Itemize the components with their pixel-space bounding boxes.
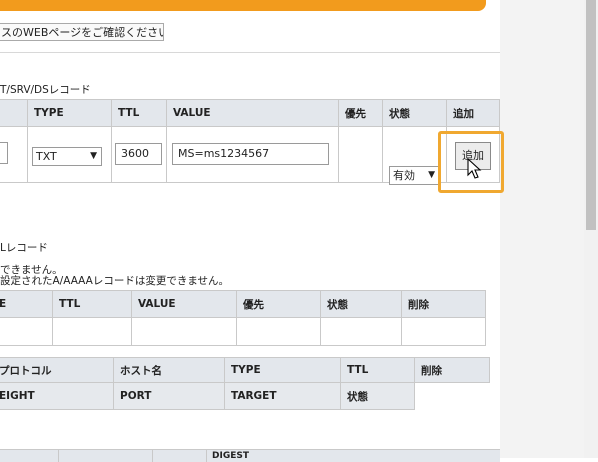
col-header-blank bbox=[0, 99, 28, 127]
col-header-status: 状態 bbox=[320, 290, 402, 318]
col-header-hostname: ホスト名 bbox=[113, 357, 225, 383]
col-header-priority: 優先 bbox=[236, 290, 321, 318]
ttl-input[interactable]: 3600 bbox=[115, 143, 162, 165]
col-header-status: 状態 bbox=[340, 382, 415, 410]
col-header-digest: DIGEST bbox=[212, 451, 249, 461]
col-header-type: TYPE bbox=[27, 99, 112, 127]
srv-record-table: プロトコル ホスト名 TYPE TTL 削除 EIGHT PORT TARGET… bbox=[0, 357, 490, 410]
type-select-value: TXT bbox=[36, 150, 57, 163]
note-line-2: 設定されたA/AAAAレコードは変更できません。 bbox=[0, 275, 230, 287]
col-header-ttl: TTL bbox=[52, 290, 132, 318]
col-header-type: E bbox=[0, 290, 53, 318]
table-header-row: TYPE TTL VALUE 優先 状態 追加 bbox=[0, 99, 500, 127]
scrollbar-thumb[interactable] bbox=[586, 0, 596, 230]
host-input[interactable] bbox=[0, 142, 8, 164]
col-header-delete: 削除 bbox=[401, 290, 486, 318]
value-input[interactable]: MS=ms1234567 bbox=[172, 143, 329, 165]
col-header-protocol: プロトコル bbox=[0, 357, 114, 383]
status-select-value: 有効 bbox=[393, 169, 415, 182]
col-header-target: TARGET bbox=[224, 382, 341, 410]
top-accent-bar bbox=[0, 0, 486, 11]
record-list-table: E TTL VALUE 優先 状態 削除 bbox=[0, 290, 486, 346]
status-select[interactable]: 有効 ▼ bbox=[389, 166, 440, 185]
table-header-row: E TTL VALUE 優先 状態 削除 bbox=[0, 290, 486, 318]
col-header-type: TYPE bbox=[224, 357, 341, 383]
type-select[interactable]: TXT ▼ bbox=[32, 147, 102, 166]
col-header-port: PORT bbox=[113, 382, 225, 410]
col-header-weight: EIGHT bbox=[0, 382, 114, 410]
col-header-status: 状態 bbox=[382, 99, 447, 127]
chevron-down-icon: ▼ bbox=[90, 151, 97, 161]
right-margin bbox=[500, 0, 584, 458]
priority-cell bbox=[338, 126, 383, 183]
col-header-delete: 削除 bbox=[414, 357, 490, 383]
col-header-value: VALUE bbox=[166, 99, 339, 127]
table-header-row-2: EIGHT PORT TARGET 状態 bbox=[0, 382, 490, 410]
table-row bbox=[0, 317, 486, 346]
col-header-ttl: TTL bbox=[111, 99, 167, 127]
section-title-txt: T/SRV/DSレコード bbox=[0, 84, 91, 96]
bottom-table-header: DIGEST bbox=[0, 449, 500, 462]
chevron-down-icon: ▼ bbox=[428, 170, 435, 180]
record-section-title: Lレコード bbox=[0, 242, 48, 254]
mouse-cursor-icon bbox=[467, 158, 482, 179]
col-header-add: 追加 bbox=[446, 99, 500, 127]
table-header-row: プロトコル ホスト名 TYPE TTL 削除 bbox=[0, 357, 490, 383]
col-header-priority: 優先 bbox=[338, 99, 383, 127]
notice-button[interactable]: スのWEBページをご確認ください。 bbox=[0, 23, 164, 41]
col-header-ttl: TTL bbox=[340, 357, 415, 383]
col-header-value: VALUE bbox=[131, 290, 237, 318]
divider bbox=[0, 52, 500, 53]
